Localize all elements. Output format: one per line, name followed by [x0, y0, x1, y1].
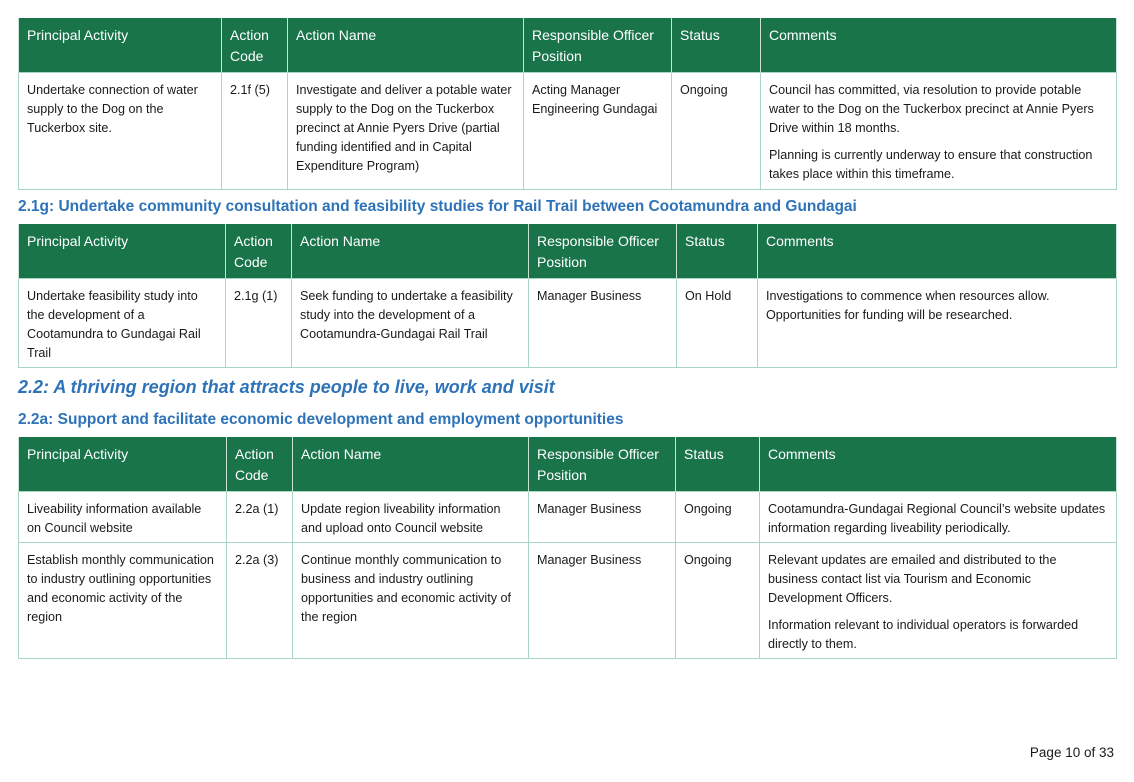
comment-paragraph: Cootamundra-Gundagai Regional Council’s … [768, 501, 1106, 535]
comment-paragraph: Investigations to commence when resource… [766, 288, 1050, 322]
cell-responsible-officer: Manager Business [528, 541, 676, 659]
section-heading-2-2: 2.2: A thriving region that attracts peo… [18, 377, 555, 397]
cell-comments: Investigations to commence when resource… [757, 277, 1117, 368]
col-header-action-name: Action Name [291, 224, 529, 278]
cell-comments: Relevant updates are emailed and distrib… [759, 541, 1117, 659]
table-row: Establish monthly communication to indus… [18, 541, 1117, 659]
action-table-2-1g: Principal Activity Action Code Action Na… [18, 224, 1117, 368]
col-header-action-code: Action Code [225, 224, 292, 278]
col-header-action-name: Action Name [292, 437, 529, 491]
cell-status: On Hold [676, 277, 758, 368]
table-header-row: Principal Activity Action Code Action Na… [18, 437, 1117, 491]
col-header-comments: Comments [757, 224, 1117, 278]
col-header-action-code: Action Code [221, 18, 288, 72]
cell-status: Ongoing [675, 541, 760, 659]
cell-action-name: Update region liveability information an… [292, 490, 529, 543]
cell-principal-activity: Liveability information available on Cou… [18, 490, 227, 543]
col-header-comments: Comments [760, 18, 1117, 72]
cell-action-name: Continue monthly communication to busine… [292, 541, 529, 659]
action-table-2-2a: Principal Activity Action Code Action Na… [18, 437, 1117, 659]
col-header-status: Status [676, 224, 758, 278]
comment-paragraph: Information relevant to individual opera… [768, 617, 1079, 651]
cell-status: Ongoing [671, 71, 761, 190]
comment-paragraph: Council has committed, via resolution to… [769, 82, 1094, 135]
cell-action-name: Investigate and deliver a potable water … [287, 71, 524, 190]
table-row: Liveability information available on Cou… [18, 490, 1117, 543]
section-heading-2-1g: 2.1g: Undertake community consultation a… [18, 198, 857, 215]
table-row: Undertake connection of water supply to … [18, 71, 1117, 190]
col-header-responsible-officer: Responsible Officer Position [523, 18, 672, 72]
cell-comments: Cootamundra-Gundagai Regional Council’s … [759, 490, 1117, 543]
cell-action-code: 2.1g (1) [225, 277, 292, 368]
col-header-principal-activity: Principal Activity [18, 437, 227, 491]
col-header-status: Status [671, 18, 761, 72]
table-row: Undertake feasibility study into the dev… [18, 277, 1117, 368]
cell-responsible-officer: Acting Manager Engineering Gundagai [523, 71, 672, 190]
cell-principal-activity: Undertake connection of water supply to … [18, 71, 222, 190]
action-table-2-1f: Principal Activity Action Code Action Na… [18, 18, 1117, 190]
col-header-comments: Comments [759, 437, 1117, 491]
cell-principal-activity: Establish monthly communication to indus… [18, 541, 227, 659]
cell-comments: Council has committed, via resolution to… [760, 71, 1117, 190]
comment-paragraph: Relevant updates are emailed and distrib… [768, 552, 1057, 605]
table-header-row: Principal Activity Action Code Action Na… [18, 224, 1117, 278]
table-header-row: Principal Activity Action Code Action Na… [18, 18, 1117, 72]
page-number: Page 10 of 33 [1029, 745, 1114, 760]
col-header-action-code: Action Code [226, 437, 293, 491]
cell-principal-activity: Undertake feasibility study into the dev… [18, 277, 226, 368]
col-header-action-name: Action Name [287, 18, 524, 72]
section-heading-2-2a: 2.2a: Support and facilitate economic de… [18, 411, 624, 428]
cell-action-name: Seek funding to undertake a feasibility … [291, 277, 529, 368]
comment-paragraph: Planning is currently underway to ensure… [769, 147, 1093, 181]
cell-action-code: 2.1f (5) [221, 71, 288, 190]
col-header-principal-activity: Principal Activity [18, 18, 222, 72]
col-header-responsible-officer: Responsible Officer Position [528, 437, 676, 491]
cell-action-code: 2.2a (3) [226, 541, 293, 659]
cell-action-code: 2.2a (1) [226, 490, 293, 543]
col-header-responsible-officer: Responsible Officer Position [528, 224, 677, 278]
cell-responsible-officer: Manager Business [528, 490, 676, 543]
cell-status: Ongoing [675, 490, 760, 543]
col-header-principal-activity: Principal Activity [18, 224, 226, 278]
col-header-status: Status [675, 437, 760, 491]
cell-responsible-officer: Manager Business [528, 277, 677, 368]
